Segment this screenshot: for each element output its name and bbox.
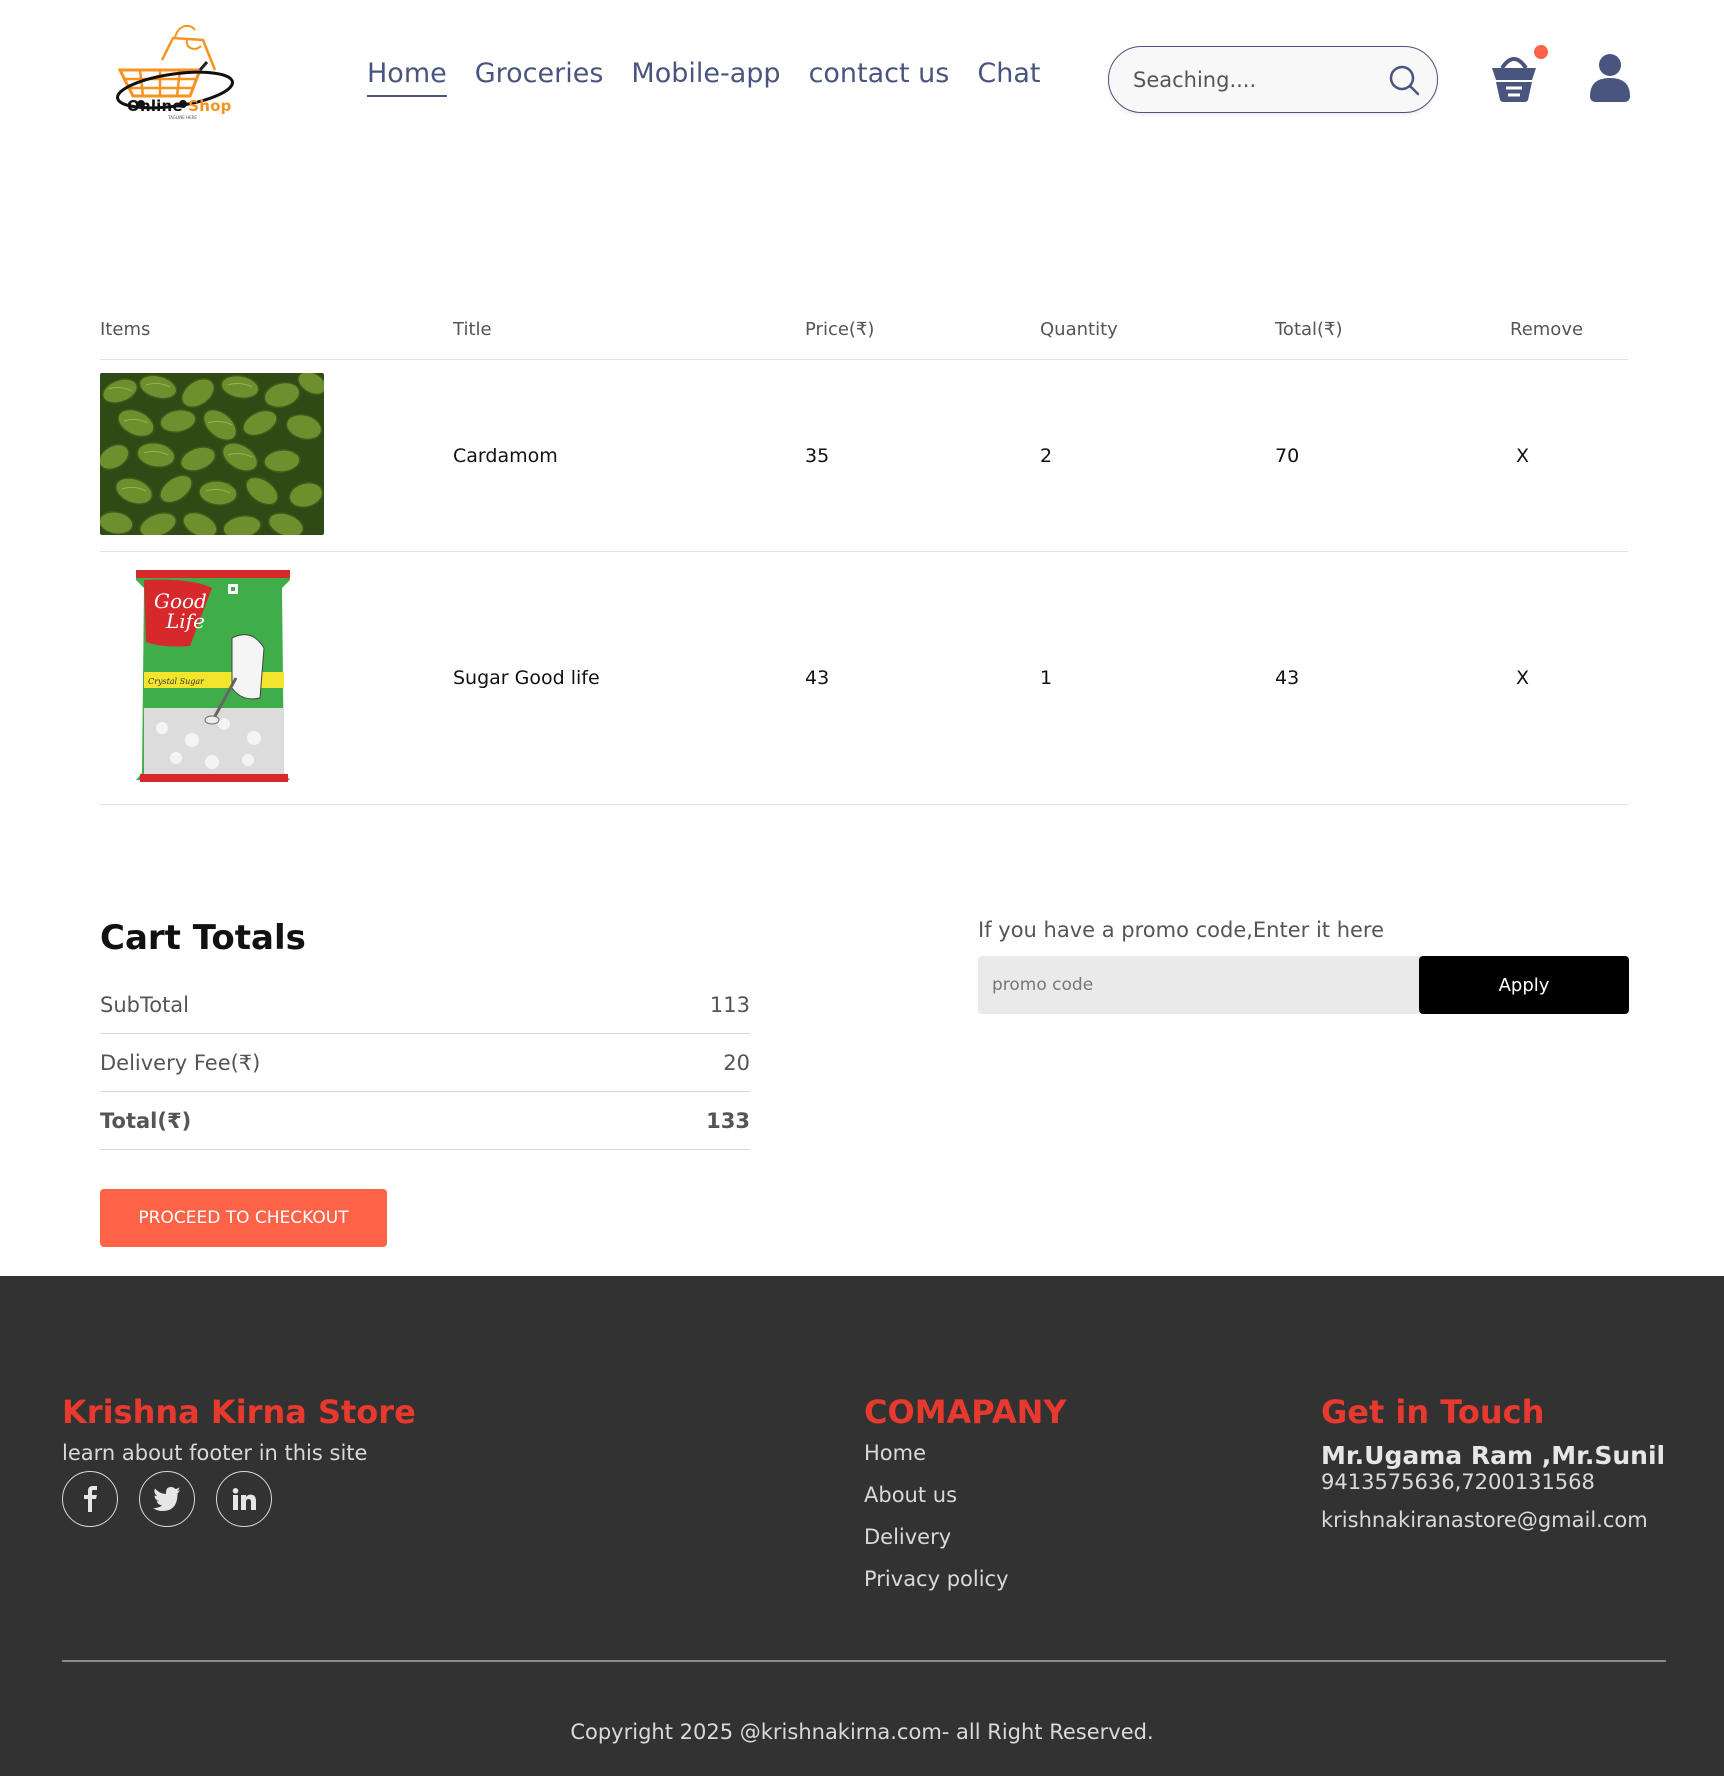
delivery-fee-label: Delivery Fee(₹) xyxy=(100,1050,261,1075)
footer-store-name: Krishna Kirna Store xyxy=(62,1393,416,1431)
footer-divider xyxy=(62,1660,1666,1662)
logo-tagline: TAGLINE HERE xyxy=(168,115,197,120)
nav-groceries[interactable]: Groceries xyxy=(475,58,604,97)
footer-link-privacy-policy[interactable]: Privacy policy xyxy=(864,1567,1067,1609)
footer-link-delivery[interactable]: Delivery xyxy=(864,1525,1067,1567)
logo-text: Online Shop xyxy=(127,97,232,115)
basket-icon[interactable] xyxy=(1490,48,1538,102)
search-icon[interactable] xyxy=(1387,63,1421,97)
header-title: Title xyxy=(453,319,492,340)
promo-section: If you have a promo code,Enter it here A… xyxy=(978,918,1629,1014)
header-remove: Remove xyxy=(1510,319,1584,340)
main-nav: Home Groceries Mobile-app contact us Cha… xyxy=(367,58,1040,97)
search-input[interactable] xyxy=(1133,65,1373,95)
footer-contact: Get in Touch Mr.Ugama Ram ,Mr.Sunil 9413… xyxy=(1321,1393,1665,1532)
remove-item-button[interactable]: X xyxy=(1510,445,1628,467)
footer-contact-heading: Get in Touch xyxy=(1321,1393,1545,1431)
item-image-cell: Good Life Crystal Sugar xyxy=(100,568,453,788)
footer-link-about-us[interactable]: About us xyxy=(864,1483,1067,1525)
cart-row: Cardamom 35 2 70 X xyxy=(98,360,1628,552)
footer-contact-phone: 9413575636,7200131568 xyxy=(1321,1470,1595,1494)
footer-link-home[interactable]: Home xyxy=(864,1441,1067,1483)
apply-promo-button[interactable]: Apply xyxy=(1419,956,1629,1014)
profile-icon[interactable] xyxy=(1589,52,1631,102)
header-price: Price(₹) xyxy=(805,319,875,340)
header-quantity: Quantity xyxy=(1040,319,1118,340)
cardamom-image xyxy=(98,370,327,539)
nav-contact-us[interactable]: contact us xyxy=(809,58,950,97)
item-quantity: 1 xyxy=(1040,667,1053,689)
footer-company-heading: COMAPANY xyxy=(864,1393,1067,1431)
site-footer: Krishna Kirna Store learn about footer i… xyxy=(0,1276,1724,1776)
svg-text:Life: Life xyxy=(165,609,205,633)
proceed-to-checkout-button[interactable]: PROCEED TO CHECKOUT xyxy=(100,1189,387,1247)
footer-store-tagline: learn about footer in this site xyxy=(62,1441,368,1465)
item-quantity: 2 xyxy=(1040,444,1053,467)
cart-table: Items Title Price(₹) Quantity Total(₹) R… xyxy=(98,300,1628,805)
site-header: Online Shop TAGLINE HERE Home Groceries … xyxy=(0,0,1724,160)
header-items: Items xyxy=(100,319,151,340)
cart-totals-heading: Cart Totals xyxy=(100,918,306,958)
nav-home[interactable]: Home xyxy=(367,58,447,97)
item-title: Cardamom xyxy=(453,444,558,467)
item-price: 35 xyxy=(805,444,830,467)
promo-code-input[interactable] xyxy=(978,956,1419,1014)
subtotal-label: SubTotal xyxy=(100,992,190,1017)
linkedin-icon[interactable] xyxy=(216,1471,272,1527)
search-bar xyxy=(1108,46,1438,113)
facebook-icon[interactable] xyxy=(62,1471,118,1527)
item-total: 43 xyxy=(1275,667,1300,689)
promo-label: If you have a promo code,Enter it here xyxy=(978,918,1385,942)
subtotal-row: SubTotal 113 xyxy=(100,976,750,1034)
header-total: Total(₹) xyxy=(1275,319,1343,340)
sugar-good-life-image: Good Life Crystal Sugar xyxy=(136,570,290,782)
total-label: Total(₹) xyxy=(100,1108,192,1133)
item-image-cell xyxy=(98,370,453,539)
footer-contact-email[interactable]: krishnakiranastore@gmail.com xyxy=(1321,1508,1665,1532)
twitter-icon[interactable] xyxy=(139,1471,195,1527)
subtotal-value: 113 xyxy=(709,992,750,1017)
total-value: 133 xyxy=(706,1108,750,1133)
logo-word-shop: Shop xyxy=(188,97,232,115)
footer-copyright: Copyright 2025 @krishnakirna.com- all Ri… xyxy=(570,1720,1154,1744)
item-price: 43 xyxy=(805,667,830,689)
footer-store: Krishna Kirna Store learn about footer i… xyxy=(62,1393,416,1527)
nav-chat[interactable]: Chat xyxy=(977,58,1040,97)
cart-notification-dot xyxy=(1534,45,1548,59)
total-row: Total(₹) 133 xyxy=(100,1092,750,1150)
footer-contact-names: Mr.Ugama Ram ,Mr.Sunil xyxy=(1321,1441,1666,1470)
svg-text:Crystal Sugar: Crystal Sugar xyxy=(148,677,205,686)
item-total: 70 xyxy=(1275,444,1300,467)
remove-item-button[interactable]: X xyxy=(1510,667,1628,689)
delivery-fee-row: Delivery Fee(₹) 20 xyxy=(100,1034,750,1092)
nav-mobile-app[interactable]: Mobile-app xyxy=(631,58,780,97)
item-title: Sugar Good life xyxy=(453,667,600,689)
promo-box: Apply xyxy=(978,956,1629,1014)
cart-row: Good Life Crystal Sugar Sugar Good life … xyxy=(100,552,1628,805)
delivery-fee-value: 20 xyxy=(723,1050,750,1075)
footer-company: COMAPANY Home About us Delivery Privacy … xyxy=(864,1393,1067,1609)
logo-word-online: Online xyxy=(127,97,183,115)
cart-table-header: Items Title Price(₹) Quantity Total(₹) R… xyxy=(100,300,1628,360)
footer-company-links: Home About us Delivery Privacy policy xyxy=(864,1441,1067,1609)
cart-totals: Cart Totals SubTotal 113 Delivery Fee(₹)… xyxy=(100,918,750,1150)
social-links xyxy=(62,1471,416,1527)
